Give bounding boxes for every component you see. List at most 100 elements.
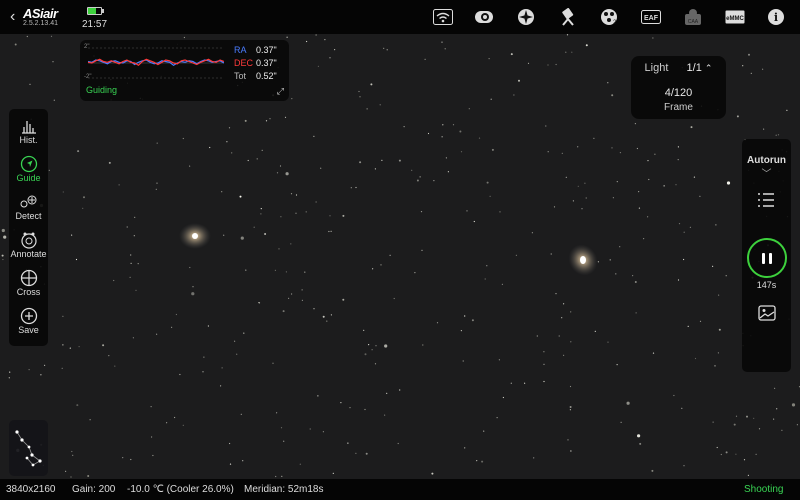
- star: [424, 58, 426, 61]
- star: [570, 341, 572, 343]
- star: [607, 341, 609, 343]
- star: [634, 281, 637, 283]
- chevron-down-icon[interactable]: ﹀: [742, 165, 791, 180]
- guide-graph-panel[interactable]: 2" -2" RA 0.37" DEC 0.37" Tot 0.52" Guiding…: [80, 40, 289, 101]
- star: [340, 402, 342, 404]
- star: [156, 333, 158, 335]
- tool-detect[interactable]: Detect: [9, 193, 48, 221]
- star: [299, 463, 301, 465]
- pause-button[interactable]: [747, 238, 787, 278]
- star: [555, 293, 557, 295]
- star: [275, 475, 277, 478]
- star: [301, 289, 303, 291]
- total-value: 0.52": [256, 71, 277, 81]
- star: [261, 149, 263, 151]
- star: [118, 184, 120, 186]
- tool-annotate[interactable]: Annotate: [9, 231, 48, 259]
- wifi-icon[interactable]: [433, 8, 453, 26]
- caa-icon[interactable]: CAA: [683, 8, 703, 26]
- star: [536, 335, 538, 337]
- star: [414, 272, 416, 274]
- star: [420, 211, 423, 213]
- star: [355, 452, 357, 454]
- star: [393, 297, 395, 300]
- star: [383, 47, 385, 49]
- svg-text:i: i: [774, 11, 778, 24]
- save-icon: [9, 307, 48, 325]
- camera-icon[interactable]: [474, 8, 494, 26]
- constellation-icon: [15, 430, 42, 467]
- star: [611, 147, 613, 149]
- star: [286, 36, 288, 38]
- constellation-map[interactable]: [9, 420, 48, 476]
- star: [368, 344, 370, 346]
- star: [44, 364, 46, 366]
- star: [133, 235, 135, 237]
- star: [156, 142, 158, 144]
- star: [62, 344, 64, 346]
- star: [285, 271, 287, 273]
- star: [773, 418, 775, 420]
- star: [122, 457, 124, 459]
- star: [422, 344, 424, 346]
- tool-histogram[interactable]: Hist.: [9, 117, 48, 145]
- star: [464, 447, 466, 449]
- star: [70, 476, 72, 478]
- star: [464, 315, 466, 317]
- list-icon[interactable]: [757, 192, 775, 208]
- eaf-icon[interactable]: EAF: [641, 8, 661, 26]
- star: [570, 311, 572, 313]
- star: [183, 36, 185, 39]
- star: [236, 353, 238, 355]
- tool-save[interactable]: Save: [9, 307, 48, 335]
- emmc-icon[interactable]: eMMC: [725, 8, 745, 26]
- star: [276, 412, 278, 414]
- star: [547, 64, 549, 66]
- expand-icon[interactable]: ⤢: [277, 86, 284, 97]
- star: [229, 463, 232, 465]
- star: [76, 404, 79, 407]
- tool-guide[interactable]: Guide: [9, 155, 48, 183]
- star: [462, 360, 464, 362]
- svg-text:eMMC: eMMC: [726, 16, 744, 22]
- mount-icon[interactable]: [558, 8, 578, 26]
- star: [570, 450, 572, 452]
- guide-scope-icon[interactable]: [516, 8, 536, 26]
- star: [527, 62, 530, 64]
- star: [725, 451, 728, 454]
- star: [471, 319, 474, 322]
- star: [419, 176, 421, 178]
- star: [459, 130, 462, 133]
- star: [342, 214, 345, 217]
- gain: Gain: 200: [72, 484, 116, 495]
- star: [283, 440, 285, 442]
- star: [427, 132, 430, 135]
- star: [743, 459, 746, 461]
- tool-cross[interactable]: Cross: [9, 269, 48, 297]
- chevron-up-icon[interactable]: ⌃: [705, 63, 713, 73]
- star: [209, 146, 211, 149]
- star: [87, 475, 90, 477]
- star: [29, 83, 31, 85]
- star: [191, 292, 195, 296]
- star: [569, 406, 572, 408]
- star: [82, 207, 84, 209]
- back-arrow-icon[interactable]: ‹: [10, 8, 15, 26]
- star: [242, 460, 244, 462]
- star: [220, 385, 222, 387]
- star: [753, 417, 755, 419]
- star: [281, 475, 283, 477]
- star: [699, 320, 702, 322]
- star: [374, 168, 376, 170]
- info-icon[interactable]: i: [766, 8, 786, 26]
- exposure-panel[interactable]: Light 1/1 ⌃ 4/120 Frame: [631, 56, 726, 119]
- star: [326, 320, 328, 322]
- star: [284, 116, 287, 118]
- filter-wheel-icon[interactable]: 2: [599, 8, 619, 26]
- image-icon[interactable]: [758, 305, 776, 321]
- star: [441, 136, 443, 138]
- star: [223, 234, 225, 236]
- star: [581, 208, 583, 210]
- star: [228, 127, 231, 129]
- star: [221, 367, 223, 369]
